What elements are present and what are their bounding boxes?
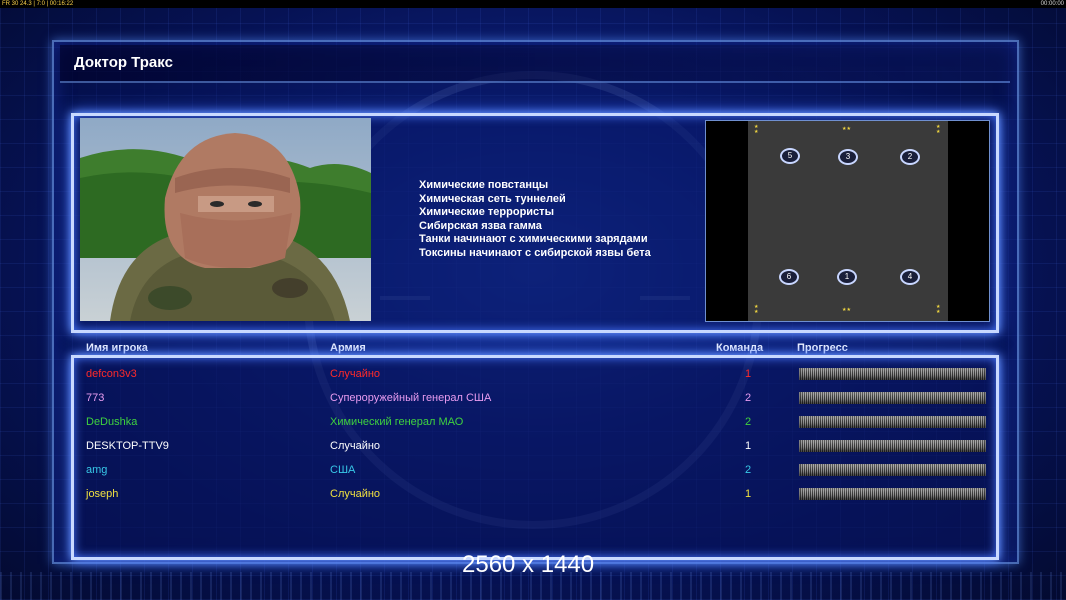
progress-fill [799, 464, 986, 476]
player-army: Случайно [330, 368, 381, 380]
star-icon: ★★ [842, 307, 851, 313]
progress-fill [799, 440, 986, 452]
map-preview: ★ ★ ★★ ★ ★ ★ ★ ★★ ★ ★ 5 3 2 6 1 4 [705, 120, 990, 322]
table-row: defcon3v3 Случайно 1 [0, 367, 1066, 391]
general-title: Доктор Тракс [74, 54, 173, 71]
player-army: Случайно [330, 440, 381, 452]
star-icon: ★★ [754, 304, 759, 315]
progress-fill [799, 488, 986, 500]
general-portrait [80, 118, 371, 321]
player-name: joseph [86, 488, 119, 500]
player-army: Супероружейный генерал США [330, 392, 492, 404]
player-name: DESKTOP-TTV9 [86, 440, 169, 452]
header-player-name: Имя игрока [86, 342, 148, 354]
table-row: joseph Случайно 1 [0, 487, 1066, 511]
player-progress-bar [799, 392, 986, 404]
status-bar-clock: 00:00:00 [1040, 1, 1064, 7]
spawn-marker[interactable]: 3 [838, 149, 858, 165]
star-icon: ★★ [936, 124, 941, 135]
rule-item: Токсины начинают с сибирской язвы бета [419, 246, 651, 259]
general-rules-list: Химические повстанцы Химическая сеть тун… [419, 179, 651, 260]
star-icon: ★★ [754, 124, 759, 135]
player-progress-bar [799, 440, 986, 452]
progress-fill [799, 368, 986, 380]
player-name: amg [86, 464, 108, 476]
spawn-marker[interactable]: 2 [900, 149, 920, 165]
player-progress-bar [799, 488, 986, 500]
table-row: DeDushka Химический генерал МАО 2 [0, 415, 1066, 439]
player-team: 1 [744, 488, 752, 500]
header-army: Армия [330, 342, 366, 354]
player-army: Химический генерал МАО [330, 416, 464, 428]
rule-item: Химические повстанцы [419, 179, 549, 191]
star-icon: ★★ [842, 126, 851, 132]
spawn-marker[interactable]: 1 [837, 269, 857, 285]
player-progress-bar [799, 368, 986, 380]
status-bar: FR 30 24.3 | 7:0 | 00:16:22 00:00:00 [0, 0, 1066, 8]
progress-fill [799, 416, 986, 428]
resolution-overlay: 2560 x 1440 [462, 551, 595, 578]
player-army: США [330, 464, 356, 476]
header-team: Команда [716, 342, 764, 354]
player-name: defcon3v3 [86, 368, 137, 380]
spawn-marker[interactable]: 6 [779, 269, 799, 285]
player-team: 2 [744, 464, 752, 476]
progress-fill [799, 392, 986, 404]
player-name: DeDushka [86, 416, 138, 428]
rule-item: Химические террористы [419, 206, 554, 218]
spawn-marker[interactable]: 5 [780, 148, 800, 164]
player-team: 2 [744, 416, 752, 428]
player-team: 1 [744, 368, 752, 380]
rule-item: Сибирская язва гамма [419, 219, 542, 232]
player-name: 773 [86, 392, 105, 404]
player-progress-bar [799, 464, 986, 476]
rule-item: Танки начинают с химическими зарядами [419, 233, 648, 245]
star-icon: ★★ [936, 304, 941, 315]
player-team: 1 [744, 440, 752, 452]
status-bar-left: FR 30 24.3 | 7:0 | 00:16:22 [2, 1, 74, 7]
rule-item: Химическая сеть туннелей [419, 192, 566, 205]
table-row: amg США 2 [0, 463, 1066, 487]
title-bar [60, 45, 1010, 83]
player-army: Случайно [330, 488, 381, 500]
player-team: 2 [744, 392, 752, 404]
table-row: DESKTOP-TTV9 Случайно 1 [0, 439, 1066, 463]
header-progress: Прогресс [797, 342, 848, 354]
player-progress-bar [799, 416, 986, 428]
table-row: 773 Супероружейный генерал США 2 [0, 391, 1066, 415]
spawn-marker[interactable]: 4 [900, 269, 920, 285]
